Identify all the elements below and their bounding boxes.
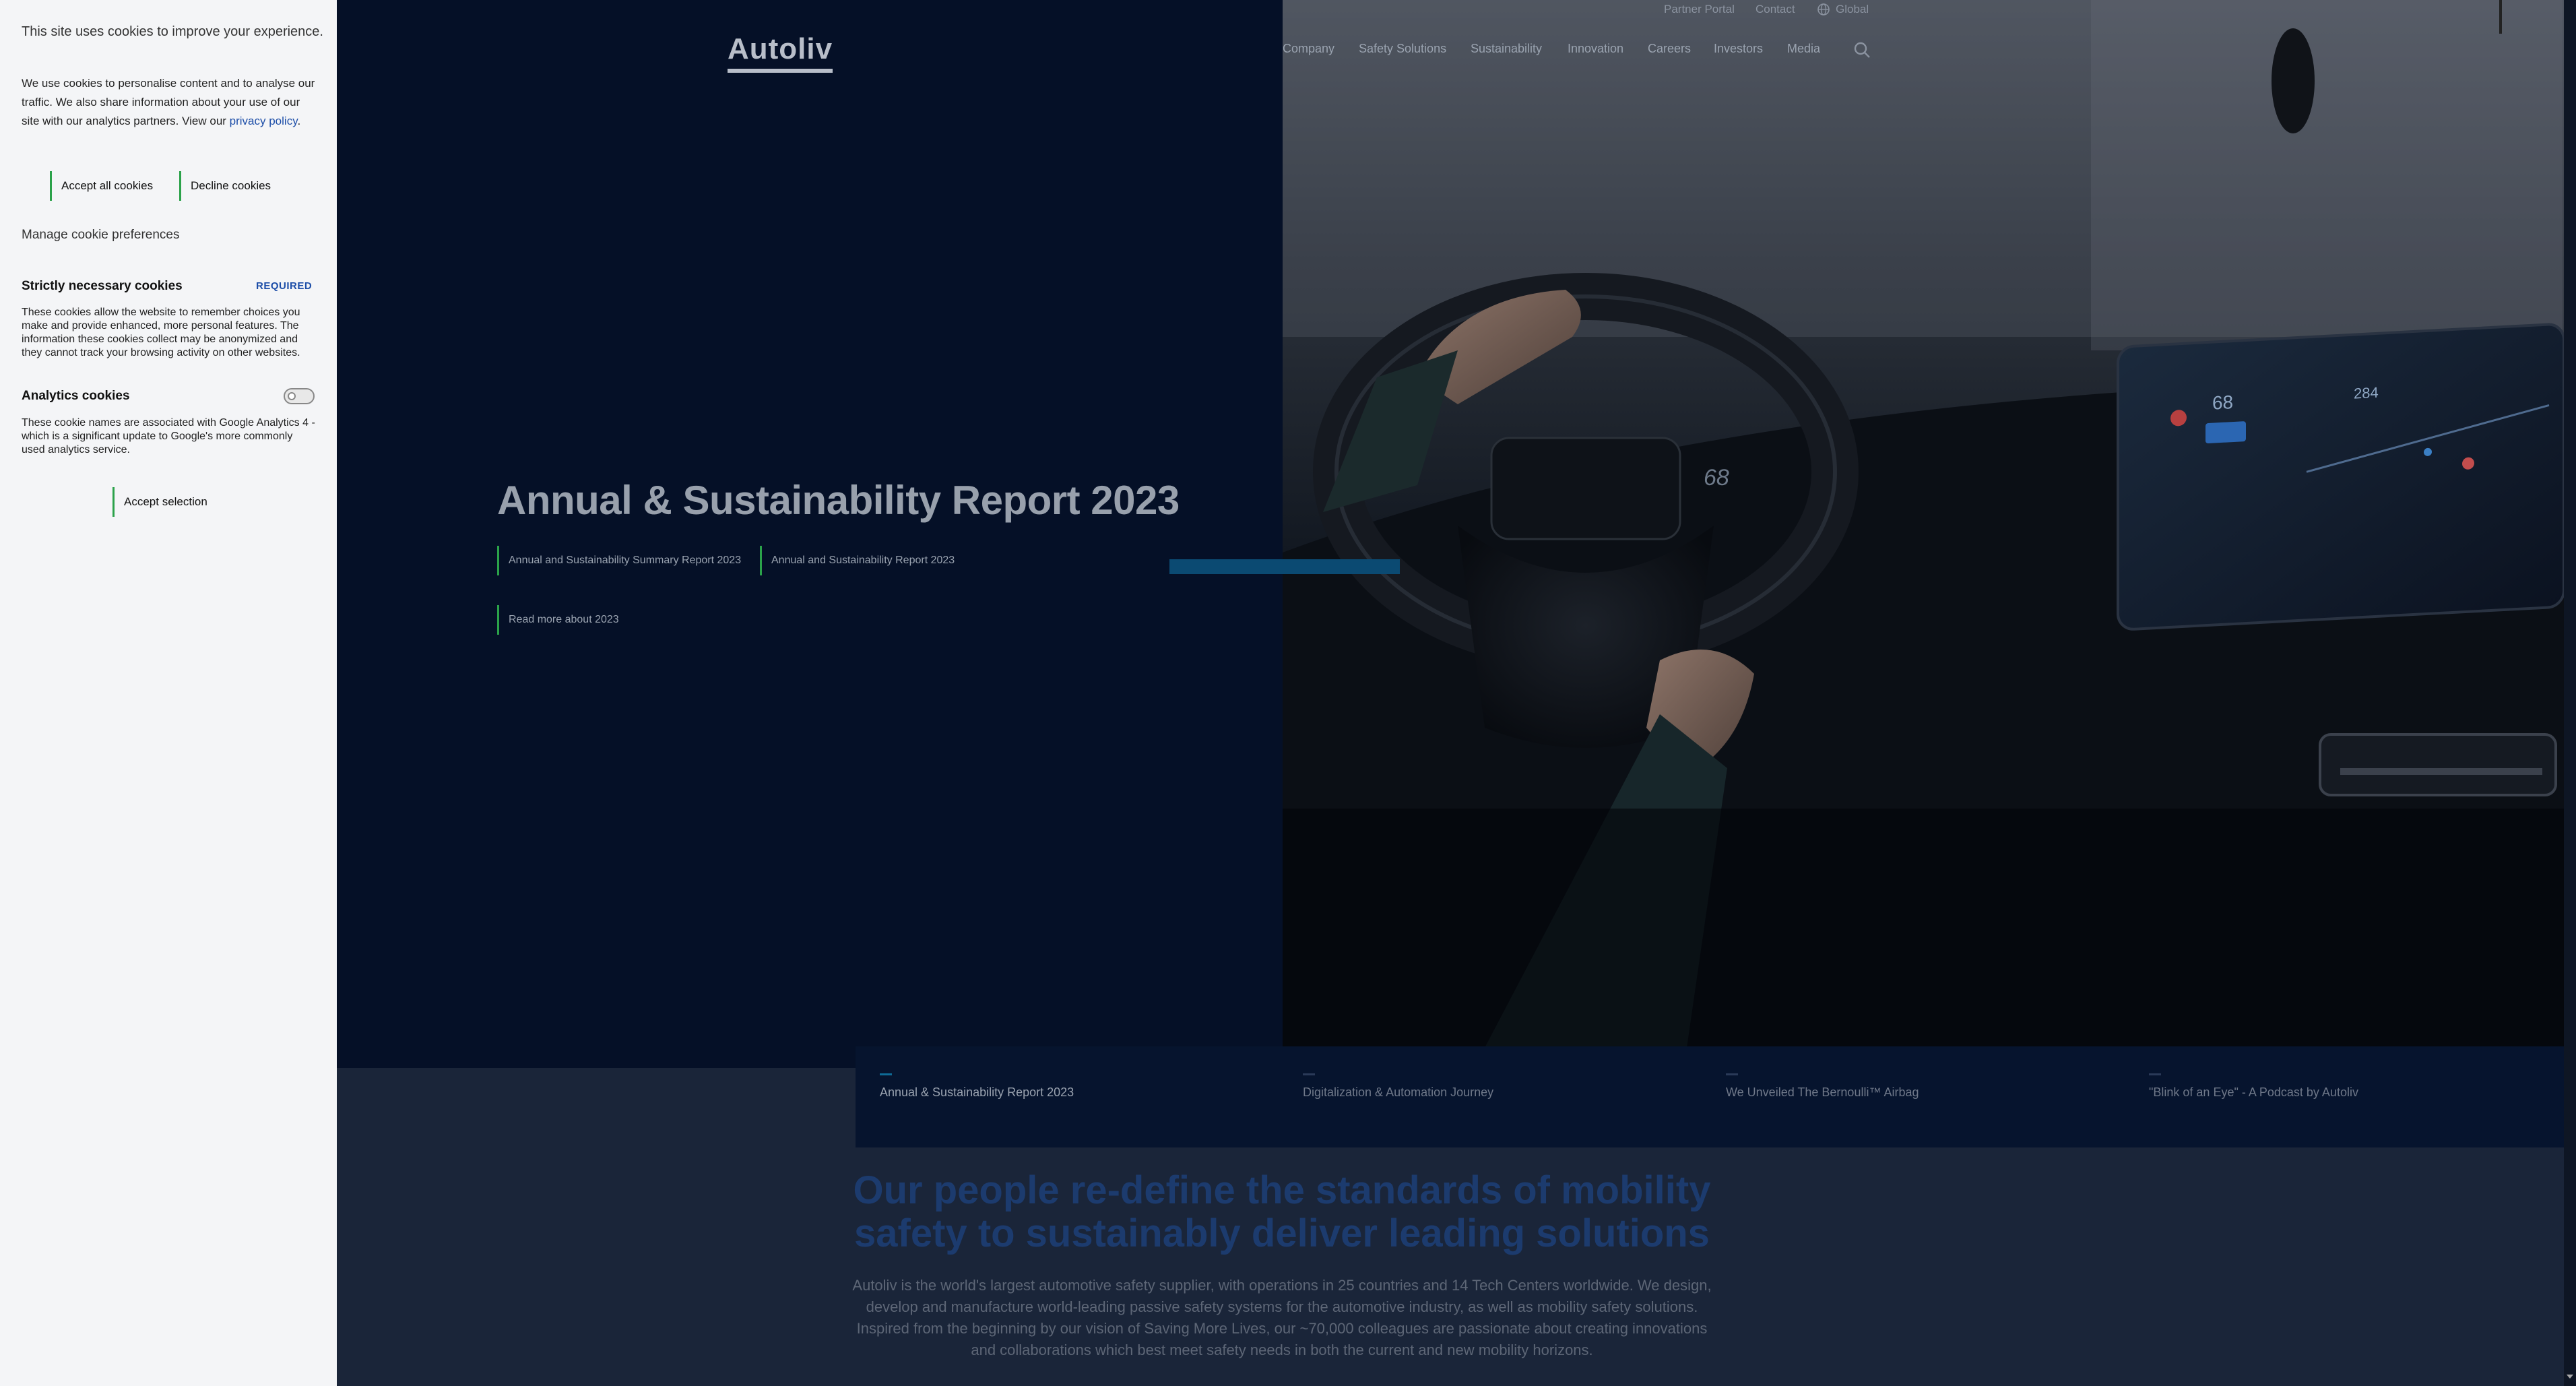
mission-heading: Our people re-define the standards of mo… (853, 1168, 1711, 1255)
necessary-cookies-title: Strictly necessary cookies (22, 279, 183, 293)
tab-annual-report[interactable]: Annual & Sustainability Report 2023 (880, 1085, 1074, 1100)
autoliv-logo[interactable]: Autoliv (728, 32, 833, 73)
tab-indicator (880, 1073, 892, 1075)
hero-image-car-interior: 68 284 68 (1283, 0, 2564, 1048)
tab-indicator (1726, 1073, 1738, 1075)
nav-company[interactable]: Company (1283, 42, 1334, 56)
cookie-consent-panel: This site uses cookies to improve your e… (0, 0, 337, 1386)
full-report-link[interactable]: Annual and Sustainability Report 2023 (760, 546, 955, 575)
summary-report-link[interactable]: Annual and Sustainability Summary Report… (497, 546, 741, 575)
dashboard-speed: 68 (2212, 391, 2233, 414)
nav-investors[interactable]: Investors (1714, 42, 1763, 56)
util-nav-global[interactable]: Global (1836, 3, 1869, 16)
tab-indicator (2149, 1073, 2161, 1075)
nav-sustainability[interactable]: Sustainability (1471, 42, 1542, 56)
analytics-cookies-toggle[interactable] (284, 388, 315, 404)
instrument-speed: 68 (1704, 465, 1729, 491)
hero-section: 68 284 68 Autoliv Partner Portal Contact… (337, 0, 2564, 1068)
necessary-cookies-description: These cookies allow the website to remem… (22, 307, 300, 358)
cookie-intro: We use cookies to personalise content an… (22, 74, 318, 131)
feature-tabs: Annual & Sustainability Report 2023 Digi… (856, 1046, 2564, 1147)
accept-all-cookies-button[interactable]: Accept all cookies (50, 171, 171, 201)
page-scrollbar[interactable] (2564, 0, 2576, 1386)
util-nav-contact[interactable]: Contact (1756, 3, 1795, 16)
nav-innovation[interactable]: Innovation (1568, 42, 1623, 56)
cookie-intro-end: . (297, 115, 301, 127)
decline-cookies-button[interactable]: Decline cookies (179, 171, 294, 201)
manage-cookie-preferences[interactable]: Manage cookie preferences (22, 228, 179, 243)
tab-bernoulli-airbag[interactable]: We Unveiled The Bernoulli™ Airbag (1726, 1085, 1919, 1100)
search-icon[interactable] (1853, 40, 1871, 59)
scroll-down-arrow-icon[interactable] (2567, 1375, 2573, 1379)
accept-selection-button[interactable]: Accept selection (112, 487, 240, 517)
nav-careers[interactable]: Careers (1648, 42, 1691, 56)
hero-title: Annual & Sustainability Report 2023 (497, 478, 1180, 523)
tab-digitalization[interactable]: Digitalization & Automation Journey (1303, 1085, 1493, 1100)
util-nav-partner-portal[interactable]: Partner Portal (1664, 3, 1735, 16)
hero-slide-indicator (1169, 559, 1400, 574)
tab-podcast[interactable]: "Blink of an Eye" - A Podcast by Autoliv (2149, 1085, 2358, 1100)
analytics-cookies-description: These cookie names are associated with G… (22, 417, 315, 455)
tab-indicator (1303, 1073, 1315, 1075)
nav-safety-solutions[interactable]: Safety Solutions (1359, 42, 1446, 56)
privacy-policy-link[interactable]: privacy policy (230, 115, 298, 127)
analytics-cookies-title: Analytics cookies (22, 389, 130, 403)
required-badge: REQUIRED (256, 280, 313, 292)
dashboard-distance: 284 (2354, 384, 2379, 402)
read-more-link[interactable]: Read more about 2023 (497, 605, 619, 635)
mission-body: Autoliv is the world's largest automotiv… (852, 1277, 1712, 1358)
toggle-knob (288, 392, 296, 400)
cookie-title: This site uses cookies to improve your e… (22, 24, 323, 39)
nav-media[interactable]: Media (1787, 42, 1820, 56)
globe-icon (1817, 3, 1830, 15)
